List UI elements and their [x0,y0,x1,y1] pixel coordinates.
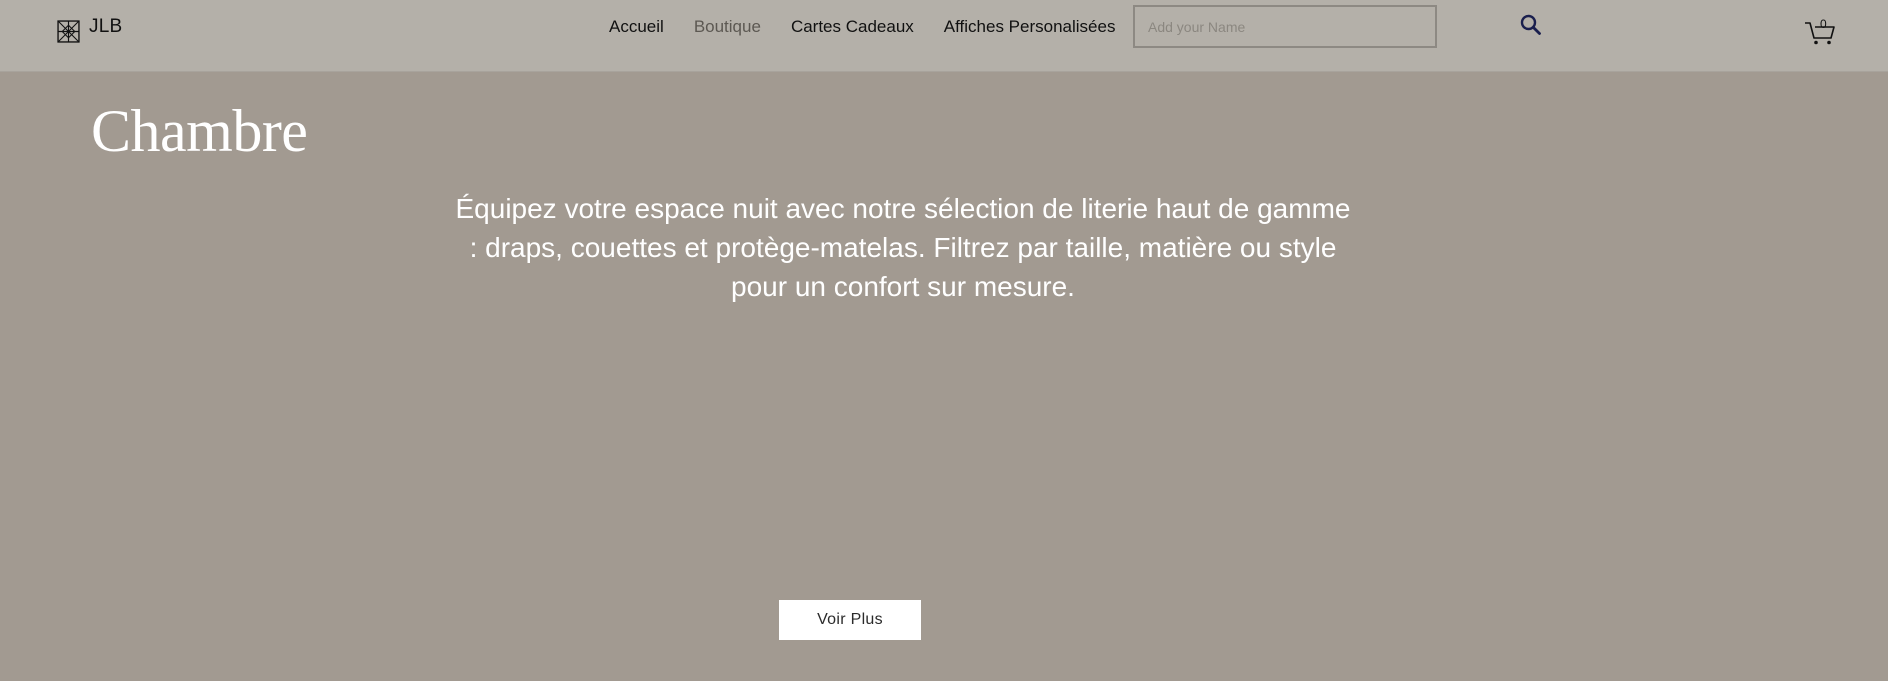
nav-item-affiches-personalisees[interactable]: Affiches Personalisées [944,17,1116,37]
site-header: JLB Accueil Boutique Cartes Cadeaux Affi… [0,0,1888,72]
search-icon [1520,14,1541,35]
search-button[interactable] [1518,12,1544,38]
nav-item-cartes-cadeaux[interactable]: Cartes Cadeaux [791,17,914,37]
logo-link[interactable]: JLB [57,16,122,43]
name-input[interactable] [1133,5,1437,48]
nav-item-boutique[interactable]: Boutique [694,17,761,37]
voir-plus-button[interactable]: Voir Plus [779,600,921,640]
main-nav: Accueil Boutique Cartes Cadeaux Affiches… [609,17,1115,37]
cart-count: 0 [1820,17,1827,31]
logo-icon [57,20,80,43]
page-title: Chambre [91,98,308,164]
nav-item-accueil[interactable]: Accueil [609,17,664,37]
category-description: Équipez votre espace nuit avec notre sél… [455,193,1351,302]
cart-button[interactable]: 0 [1803,14,1837,46]
logo-text: JLB [89,16,123,37]
